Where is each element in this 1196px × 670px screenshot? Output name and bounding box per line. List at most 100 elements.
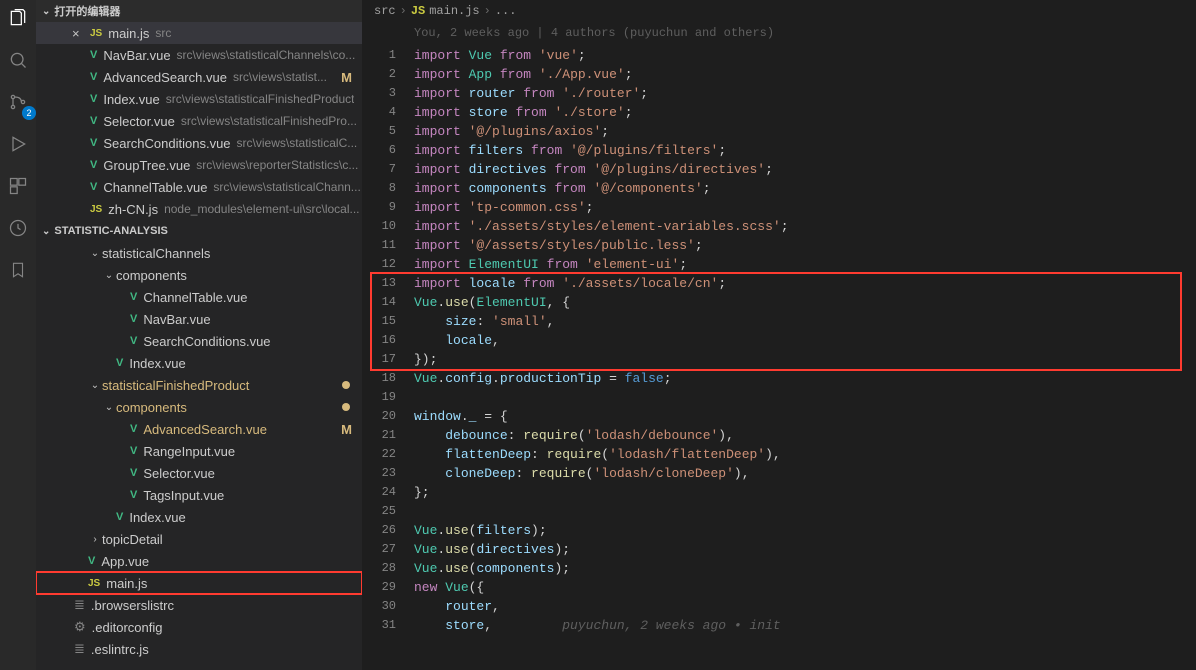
breadcrumb[interactable]: src › JS main.js › ...	[362, 0, 1196, 22]
code-line[interactable]: 17});	[362, 350, 1196, 369]
code-line[interactable]: 20window._ = {	[362, 407, 1196, 426]
bookmark-icon[interactable]	[4, 256, 32, 284]
code-line[interactable]: 14Vue.use(ElementUI, {	[362, 293, 1196, 312]
file-name: zh-CN.js	[108, 202, 158, 217]
line-number: 4	[362, 103, 414, 122]
code-line[interactable]: 24};	[362, 483, 1196, 502]
tree-file[interactable]: VRangeInput.vue	[36, 440, 362, 462]
chevron-icon: ⌄	[88, 248, 102, 259]
config-icon: ≣	[74, 641, 85, 657]
code-line[interactable]: 8import components from '@/components';	[362, 179, 1196, 198]
code-line[interactable]: 26Vue.use(filters);	[362, 521, 1196, 540]
open-editor-item[interactable]: ×JSmain.jssrc	[36, 22, 362, 44]
code-line[interactable]: 10import './assets/styles/element-variab…	[362, 217, 1196, 236]
line-number: 8	[362, 179, 414, 198]
extensions-icon[interactable]	[4, 172, 32, 200]
line-number: 11	[362, 236, 414, 255]
open-editor-item[interactable]: VAdvancedSearch.vuesrc\views\statist...M	[36, 66, 362, 88]
code-line[interactable]: 29new Vue({	[362, 578, 1196, 597]
code-line[interactable]: 3import router from './router';	[362, 84, 1196, 103]
modified-badge: M	[341, 70, 352, 85]
project-header[interactable]: ⌄ STATISTIC-ANALYSIS	[36, 220, 362, 242]
code-line[interactable]: 5import '@/plugins/axios';	[362, 122, 1196, 141]
code-line[interactable]: 19	[362, 388, 1196, 407]
line-number: 12	[362, 255, 414, 274]
open-editor-item[interactable]: VChannelTable.vuesrc\views\statisticalCh…	[36, 176, 362, 198]
line-number: 17	[362, 350, 414, 369]
run-debug-icon[interactable]	[4, 130, 32, 158]
file-name: AdvancedSearch.vue	[103, 70, 227, 85]
code-line[interactable]: 9import 'tp-common.css';	[362, 198, 1196, 217]
tree-file[interactable]: VAdvancedSearch.vueM	[36, 418, 362, 440]
code-line[interactable]: 12import ElementUI from 'element-ui';	[362, 255, 1196, 274]
open-editor-item[interactable]: VNavBar.vuesrc\views\statisticalChannels…	[36, 44, 362, 66]
open-editor-item[interactable]: VSelector.vuesrc\views\statisticalFinish…	[36, 110, 362, 132]
code-line[interactable]: 13import locale from './assets/locale/cn…	[362, 274, 1196, 293]
close-icon[interactable]: ×	[72, 26, 88, 41]
breadcrumb-tail: ...	[495, 4, 517, 18]
code-line[interactable]: 25	[362, 502, 1196, 521]
code-line[interactable]: 28Vue.use(components);	[362, 559, 1196, 578]
open-editor-item[interactable]: VIndex.vuesrc\views\statisticalFinishedP…	[36, 88, 362, 110]
project-name: STATISTIC-ANALYSIS	[54, 225, 167, 237]
open-editor-item[interactable]: VSearchConditions.vuesrc\views\statistic…	[36, 132, 362, 154]
vue-icon: V	[88, 555, 95, 567]
tree-folder[interactable]: ›topicDetail	[36, 528, 362, 550]
line-number: 28	[362, 559, 414, 578]
tree-item-label: Selector.vue	[143, 466, 215, 481]
tree-folder[interactable]: ⌄statisticalFinishedProduct	[36, 374, 362, 396]
file-name: GroupTree.vue	[103, 158, 190, 173]
open-editor-item[interactable]: VGroupTree.vuesrc\views\reporterStatisti…	[36, 154, 362, 176]
tree-file[interactable]: VIndex.vue	[36, 352, 362, 374]
tree-file[interactable]: ⚙.editorconfig	[36, 616, 362, 638]
tree-folder[interactable]: ⌄statisticalChannels	[36, 242, 362, 264]
file-path: src\views\statisticalChann...	[213, 180, 360, 194]
tree-folder[interactable]: ⌄components	[36, 396, 362, 418]
code-line[interactable]: 27Vue.use(directives);	[362, 540, 1196, 559]
tree-folder[interactable]: ⌄components	[36, 264, 362, 286]
code-line[interactable]: 7import directives from '@/plugins/direc…	[362, 160, 1196, 179]
tree-file[interactable]: JSmain.js	[36, 572, 362, 594]
tree-item-label: main.js	[106, 576, 147, 591]
tree-file[interactable]: VTagsInput.vue	[36, 484, 362, 506]
code-line[interactable]: 30 router,	[362, 597, 1196, 616]
open-editors-header[interactable]: ⌄ 打开的编辑器	[36, 0, 362, 22]
code-line[interactable]: 1import Vue from 'vue';	[362, 46, 1196, 65]
tree-file[interactable]: VApp.vue	[36, 550, 362, 572]
tree-file[interactable]: VChannelTable.vue	[36, 286, 362, 308]
line-number: 21	[362, 426, 414, 445]
code-line[interactable]: 22 flattenDeep: require('lodash/flattenD…	[362, 445, 1196, 464]
line-number: 9	[362, 198, 414, 217]
explorer-icon[interactable]	[4, 4, 32, 32]
code-line[interactable]: 21 debounce: require('lodash/debounce'),	[362, 426, 1196, 445]
line-number: 3	[362, 84, 414, 103]
tree-file[interactable]: VSelector.vue	[36, 462, 362, 484]
tree-file[interactable]: VSearchConditions.vue	[36, 330, 362, 352]
tree-file[interactable]: VIndex.vue	[36, 506, 362, 528]
code-line[interactable]: 2import App from './App.vue';	[362, 65, 1196, 84]
tree-item-label: topicDetail	[102, 532, 163, 547]
tree-file[interactable]: ≣.browserslistrc	[36, 594, 362, 616]
code-area[interactable]: 1import Vue from 'vue';2import App from …	[362, 46, 1196, 670]
source-control-icon[interactable]	[4, 88, 32, 116]
search-icon[interactable]	[4, 46, 32, 74]
activity-bar	[0, 0, 36, 670]
tree-file[interactable]: ≣.eslintrc.js	[36, 638, 362, 660]
code-line[interactable]: 11import '@/assets/styles/public.less';	[362, 236, 1196, 255]
code-line[interactable]: 18Vue.config.productionTip = false;	[362, 369, 1196, 388]
code-line[interactable]: 23 cloneDeep: require('lodash/cloneDeep'…	[362, 464, 1196, 483]
chevron-right-icon: ›	[484, 4, 491, 18]
code-line[interactable]: 15 size: 'small',	[362, 312, 1196, 331]
timeline-icon[interactable]	[4, 214, 32, 242]
chevron-right-icon: ›	[400, 4, 407, 18]
code-line[interactable]: 16 locale,	[362, 331, 1196, 350]
tree-item-label: .browserslistrc	[91, 598, 174, 613]
code-line[interactable]: 31 store, puyuchun, 2 weeks ago • init	[362, 616, 1196, 635]
file-path: src	[155, 26, 171, 40]
open-editor-item[interactable]: JSzh-CN.jsnode_modules\element-ui\src\lo…	[36, 198, 362, 220]
line-number: 1	[362, 46, 414, 65]
tree-file[interactable]: VNavBar.vue	[36, 308, 362, 330]
code-line[interactable]: 4import store from './store';	[362, 103, 1196, 122]
vue-icon: V	[130, 445, 137, 457]
code-line[interactable]: 6import filters from '@/plugins/filters'…	[362, 141, 1196, 160]
